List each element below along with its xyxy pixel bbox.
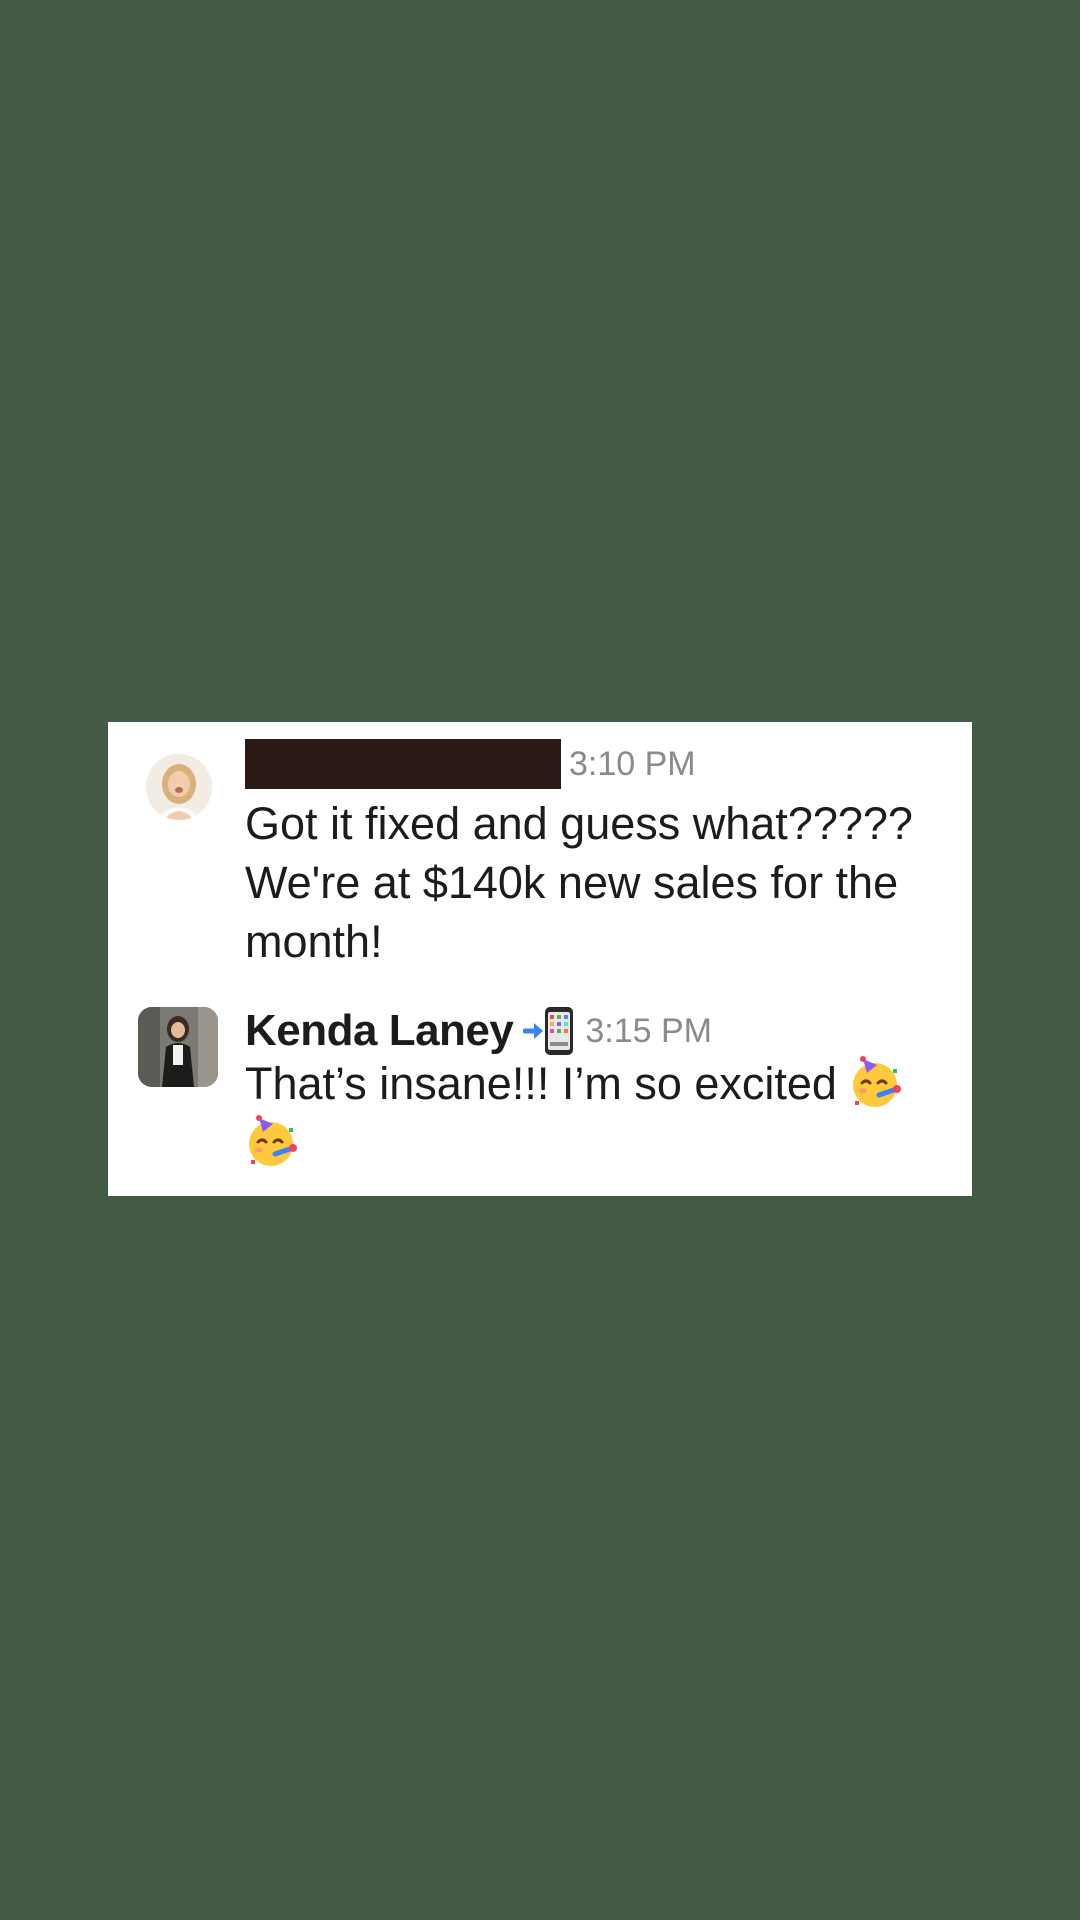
- message-timestamp[interactable]: 3:10 PM: [569, 745, 696, 784]
- partying-face-emoji-icon: [245, 1114, 299, 1168]
- partying-face-emoji-icon: [849, 1055, 903, 1109]
- message-text: Got it fixed and guess what????? We're a…: [245, 798, 913, 967]
- message-header: Kenda Laney 3:15 PM: [245, 1005, 712, 1057]
- message-text: That’s insane!!! I’m so excited: [245, 1054, 965, 1172]
- message-header: 3:10 PM: [245, 738, 696, 790]
- message-timestamp[interactable]: 3:15 PM: [585, 1012, 712, 1051]
- sender-name[interactable]: Kenda Laney: [245, 1006, 514, 1056]
- avatar[interactable]: [146, 754, 212, 820]
- mobile-phone-arrow-icon: [522, 1005, 577, 1057]
- message-text-content: That’s insane!!! I’m so excited: [245, 1058, 837, 1109]
- avatar[interactable]: [138, 1007, 218, 1087]
- message-card: 3:10 PM Got it fixed and guess what?????…: [108, 722, 972, 1196]
- redacted-sender-name: [245, 739, 561, 789]
